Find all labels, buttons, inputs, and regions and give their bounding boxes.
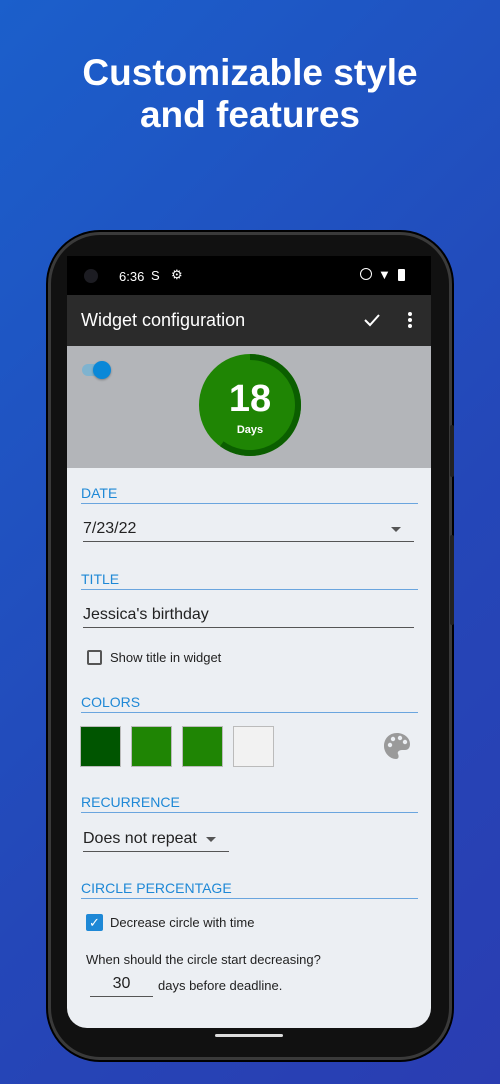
power-button bbox=[450, 425, 454, 477]
settings-icon: ⚙ bbox=[171, 267, 183, 282]
chevron-down-icon[interactable] bbox=[206, 837, 216, 842]
widget-preview: 18 Days bbox=[67, 346, 431, 468]
notification-icon: S bbox=[151, 268, 160, 283]
battery-icon bbox=[398, 269, 405, 281]
days-before-input[interactable]: 30 bbox=[90, 975, 153, 997]
title-value: Jessica's birthday bbox=[83, 606, 209, 623]
palette-icon[interactable] bbox=[382, 731, 412, 761]
date-value: 7/23/22 bbox=[83, 520, 137, 537]
status-bar: 6:36 S ⚙ ▼ bbox=[67, 256, 431, 295]
volume-button bbox=[450, 535, 454, 625]
headline: Customizable style and features bbox=[0, 52, 500, 136]
color-swatch-arc[interactable] bbox=[80, 726, 121, 767]
days-number: 18 bbox=[228, 378, 272, 420]
title-header: TITLE bbox=[81, 571, 418, 590]
app-bar: Widget configuration bbox=[67, 295, 431, 346]
days-label: Days bbox=[236, 424, 264, 436]
check-icon[interactable] bbox=[363, 312, 381, 328]
screen: 6:36 S ⚙ ▼ Widget configuration 18 Days … bbox=[67, 256, 431, 1028]
decrease-circle-label: Decrease circle with time bbox=[110, 915, 255, 930]
color-swatch-ring[interactable] bbox=[182, 726, 223, 767]
decrease-question: When should the circle start decreasing? bbox=[86, 952, 321, 967]
dnd-icon bbox=[360, 268, 372, 280]
title-input[interactable]: Jessica's birthday bbox=[83, 606, 414, 628]
chevron-down-icon[interactable] bbox=[391, 527, 401, 532]
status-time: 6:36 bbox=[119, 269, 145, 284]
recurrence-header: RECURRENCE bbox=[81, 794, 418, 813]
days-before-label: days before deadline. bbox=[158, 978, 283, 993]
wifi-icon: ▼ bbox=[378, 267, 391, 282]
app-bar-title: Widget configuration bbox=[81, 310, 246, 330]
home-indicator bbox=[215, 1034, 283, 1037]
preview-toggle[interactable] bbox=[82, 361, 111, 379]
show-title-checkbox[interactable] bbox=[87, 650, 102, 665]
show-title-label: Show title in widget bbox=[110, 650, 222, 665]
more-vert-icon[interactable] bbox=[407, 311, 413, 329]
headline-line-1: Customizable style bbox=[82, 52, 418, 93]
camera-icon bbox=[84, 269, 98, 283]
color-swatch-text[interactable] bbox=[233, 726, 274, 767]
decrease-circle-checkbox[interactable]: ✓ bbox=[86, 914, 103, 931]
recurrence-value: Does not repeat bbox=[83, 830, 197, 847]
color-swatch-circle[interactable] bbox=[131, 726, 172, 767]
circle-percentage-header: CIRCLE PERCENTAGE bbox=[81, 880, 418, 899]
colors-header: COLORS bbox=[81, 694, 418, 713]
headline-line-2: and features bbox=[139, 94, 360, 135]
date-dropdown[interactable]: 7/23/22 bbox=[83, 520, 414, 542]
date-header: DATE bbox=[81, 485, 418, 504]
